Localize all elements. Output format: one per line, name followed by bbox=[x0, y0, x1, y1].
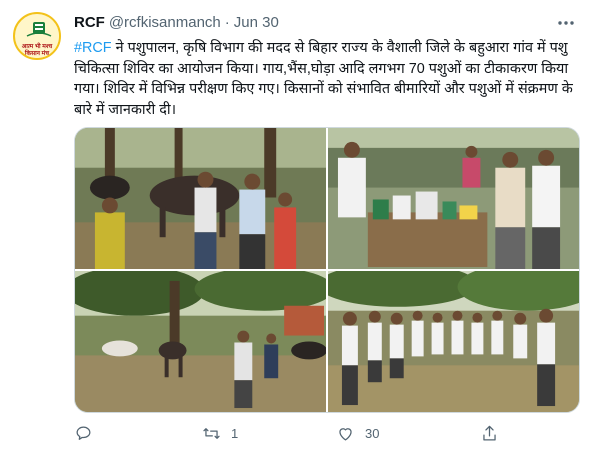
photo-cattle-orchard bbox=[75, 271, 326, 412]
like-button[interactable]: 30 bbox=[336, 424, 379, 443]
share-button[interactable] bbox=[480, 424, 499, 443]
retweet-icon bbox=[203, 428, 220, 439]
photo-1[interactable] bbox=[75, 128, 326, 269]
media-grid bbox=[74, 127, 580, 413]
heart-icon bbox=[339, 428, 352, 441]
photo-4[interactable] bbox=[328, 271, 579, 412]
photo-3[interactable] bbox=[75, 271, 326, 412]
like-count: 30 bbox=[365, 426, 380, 441]
retweet-count: 1 bbox=[231, 426, 239, 441]
tweet-actions: 1 30 bbox=[74, 424, 504, 446]
avatar-logo-line2: किसान मंच bbox=[24, 51, 50, 57]
photo-2[interactable] bbox=[328, 128, 579, 269]
avatar[interactable]: आत्म भी मश्च किसान मंच bbox=[13, 12, 61, 60]
share-icon bbox=[483, 425, 496, 441]
reply-icon bbox=[76, 426, 91, 440]
separator-dot: · bbox=[224, 14, 230, 31]
retweet-button[interactable]: 1 bbox=[202, 424, 238, 443]
user-handle[interactable]: @rcfkisanmanch bbox=[109, 14, 221, 31]
photo-medicine-table bbox=[328, 128, 579, 269]
tweet-text: #RCF ने पशुपालन, कृषि विभाग की मदद से बि… bbox=[74, 38, 579, 120]
more-icon bbox=[558, 21, 574, 25]
tweet-date[interactable]: Jun 30 bbox=[234, 14, 279, 31]
more-options-button[interactable] bbox=[555, 14, 577, 32]
hashtag-link[interactable]: #RCF bbox=[74, 40, 112, 56]
tweet-body: ने पशुपालन, कृषि विभाग की मदद से बिहार र… bbox=[74, 40, 573, 118]
tweet[interactable]: आत्म भी मश्च किसान मंच RCF @rcfkisanmanc… bbox=[0, 0, 595, 453]
photo-farmers-gathering bbox=[328, 271, 579, 412]
display-name[interactable]: RCF bbox=[74, 14, 105, 31]
tweet-header: RCF @rcfkisanmanch · Jun 30 bbox=[74, 14, 279, 31]
photo-cattle-vaccination bbox=[75, 128, 326, 269]
reply-button[interactable] bbox=[74, 424, 103, 443]
